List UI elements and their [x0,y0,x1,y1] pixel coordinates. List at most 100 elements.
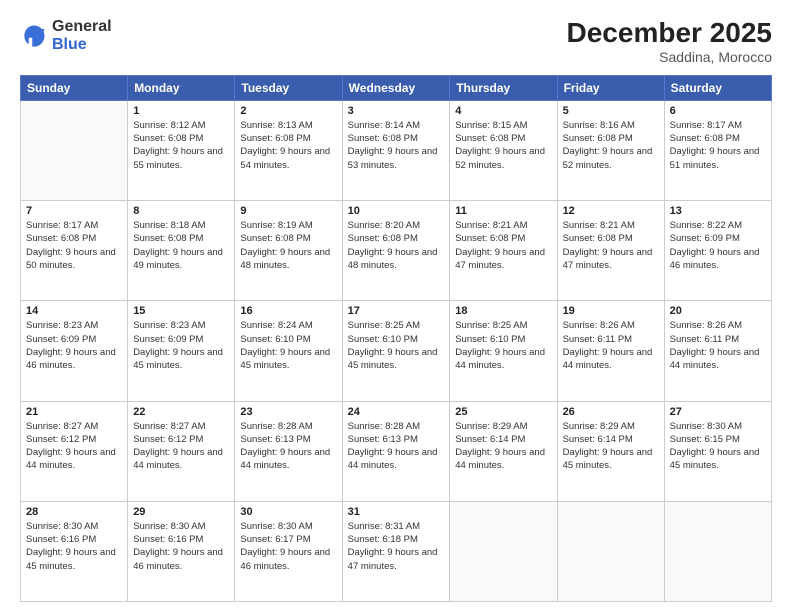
day-info: Sunrise: 8:29 AM Sunset: 6:14 PM Dayligh… [563,420,659,473]
day-cell [664,501,771,601]
weekday-tuesday: Tuesday [235,75,342,100]
day-number: 26 [563,406,659,418]
day-cell: 3 Sunrise: 8:14 AM Sunset: 6:08 PM Daylig… [342,100,450,200]
day-cell: 24 Sunrise: 8:28 AM Sunset: 6:13 PM Dayli… [342,401,450,501]
day-info: Sunrise: 8:31 AM Sunset: 6:18 PM Dayligh… [348,520,445,573]
logo-blue: Blue [52,36,112,54]
day-cell: 13Sunrise: 8:22 AM Sunset: 6:09 PM Dayli… [664,201,771,301]
weekday-sunday: Sunday [21,75,128,100]
day-info: Sunrise: 8:13 AM Sunset: 6:08 PM Dayligh… [240,119,336,172]
day-cell: 9Sunrise: 8:19 AM Sunset: 6:08 PM Daylig… [235,201,342,301]
day-info: Sunrise: 8:24 AM Sunset: 6:10 PM Dayligh… [240,319,336,372]
day-info: Sunrise: 8:15 AM Sunset: 6:08 PM Dayligh… [455,119,551,172]
day-info: Sunrise: 8:30 AM Sunset: 6:16 PM Dayligh… [26,520,122,573]
week-row-0: 1Sunrise: 8:12 AM Sunset: 6:08 PM Daylig… [21,100,772,200]
day-number: 14 [26,305,122,317]
day-number: 17 [348,305,445,317]
day-cell: 25 Sunrise: 8:29 AM Sunset: 6:14 PM Dayli… [450,401,557,501]
day-info: Sunrise: 8:26 AM Sunset: 6:11 PM Dayligh… [563,319,659,372]
day-number: 18 [455,305,551,317]
day-cell [21,100,128,200]
day-number: 21 [26,406,122,418]
day-cell: 17Sunrise: 8:25 AM Sunset: 6:10 PM Dayli… [342,301,450,401]
day-cell: 15Sunrise: 8:23 AM Sunset: 6:09 PM Dayli… [128,301,235,401]
day-info: Sunrise: 8:27 AM Sunset: 6:12 PM Dayligh… [133,420,229,473]
month-year: December 2025 [567,18,772,49]
day-number: 23 [240,406,336,418]
day-info: Sunrise: 8:30 AM Sunset: 6:16 PM Dayligh… [133,520,229,573]
day-cell: 12 Sunrise: 8:21 AM Sunset: 6:08 PM Dayli… [557,201,664,301]
week-row-1: 7Sunrise: 8:17 AM Sunset: 6:08 PM Daylig… [21,201,772,301]
logo-general: General [52,18,112,36]
week-row-4: 28 Sunrise: 8:30 AM Sunset: 6:16 PM Dayli… [21,501,772,601]
day-cell: 29 Sunrise: 8:30 AM Sunset: 6:16 PM Dayli… [128,501,235,601]
day-number: 25 [455,406,551,418]
day-number: 5 [563,105,659,117]
logo-text: General Blue [52,18,112,53]
day-number: 22 [133,406,229,418]
weekday-monday: Monday [128,75,235,100]
weekday-wednesday: Wednesday [342,75,450,100]
day-number: 11 [455,205,551,217]
day-number: 4 [455,105,551,117]
day-cell: 26 Sunrise: 8:29 AM Sunset: 6:14 PM Dayli… [557,401,664,501]
logo-icon [20,22,48,50]
day-number: 29 [133,506,229,518]
day-info: Sunrise: 8:20 AM Sunset: 6:08 PM Dayligh… [348,219,445,272]
day-info: Sunrise: 8:28 AM Sunset: 6:13 PM Dayligh… [348,420,445,473]
day-number: 15 [133,305,229,317]
day-info: Sunrise: 8:26 AM Sunset: 6:11 PM Dayligh… [670,319,766,372]
day-cell: 5Sunrise: 8:16 AM Sunset: 6:08 PM Daylig… [557,100,664,200]
day-cell: 31 Sunrise: 8:31 AM Sunset: 6:18 PM Dayli… [342,501,450,601]
logo: General Blue [20,18,112,53]
day-info: Sunrise: 8:17 AM Sunset: 6:08 PM Dayligh… [26,219,122,272]
day-number: 20 [670,305,766,317]
day-info: Sunrise: 8:18 AM Sunset: 6:08 PM Dayligh… [133,219,229,272]
day-info: Sunrise: 8:29 AM Sunset: 6:14 PM Dayligh… [455,420,551,473]
header: General Blue December 2025 Saddina, Moro… [20,18,772,65]
day-cell: 18 Sunrise: 8:25 AM Sunset: 6:10 PM Dayli… [450,301,557,401]
day-number: 8 [133,205,229,217]
day-info: Sunrise: 8:12 AM Sunset: 6:08 PM Dayligh… [133,119,229,172]
day-info: Sunrise: 8:25 AM Sunset: 6:10 PM Dayligh… [455,319,551,372]
day-number: 28 [26,506,122,518]
day-cell: 6 Sunrise: 8:17 AM Sunset: 6:08 PM Daylig… [664,100,771,200]
day-number: 19 [563,305,659,317]
day-info: Sunrise: 8:23 AM Sunset: 6:09 PM Dayligh… [26,319,122,372]
day-cell: 27Sunrise: 8:30 AM Sunset: 6:15 PM Dayli… [664,401,771,501]
day-number: 24 [348,406,445,418]
day-info: Sunrise: 8:21 AM Sunset: 6:08 PM Dayligh… [455,219,551,272]
day-cell [450,501,557,601]
day-cell: 30 Sunrise: 8:30 AM Sunset: 6:17 PM Dayli… [235,501,342,601]
location: Saddina, Morocco [567,49,772,65]
day-info: Sunrise: 8:30 AM Sunset: 6:15 PM Dayligh… [670,420,766,473]
weekday-thursday: Thursday [450,75,557,100]
day-number: 2 [240,105,336,117]
day-number: 10 [348,205,445,217]
day-cell: 8 Sunrise: 8:18 AM Sunset: 6:08 PM Daylig… [128,201,235,301]
day-info: Sunrise: 8:27 AM Sunset: 6:12 PM Dayligh… [26,420,122,473]
day-number: 9 [240,205,336,217]
day-number: 3 [348,105,445,117]
day-info: Sunrise: 8:28 AM Sunset: 6:13 PM Dayligh… [240,420,336,473]
day-cell: 14 Sunrise: 8:23 AM Sunset: 6:09 PM Dayli… [21,301,128,401]
weekday-header-row: SundayMondayTuesdayWednesdayThursdayFrid… [21,75,772,100]
day-cell: 28 Sunrise: 8:30 AM Sunset: 6:16 PM Dayli… [21,501,128,601]
day-info: Sunrise: 8:17 AM Sunset: 6:08 PM Dayligh… [670,119,766,172]
day-cell: 1Sunrise: 8:12 AM Sunset: 6:08 PM Daylig… [128,100,235,200]
day-number: 6 [670,105,766,117]
page: General Blue December 2025 Saddina, Moro… [0,0,792,612]
day-info: Sunrise: 8:21 AM Sunset: 6:08 PM Dayligh… [563,219,659,272]
day-info: Sunrise: 8:14 AM Sunset: 6:08 PM Dayligh… [348,119,445,172]
day-number: 31 [348,506,445,518]
day-cell: 16 Sunrise: 8:24 AM Sunset: 6:10 PM Dayli… [235,301,342,401]
day-number: 12 [563,205,659,217]
week-row-3: 21 Sunrise: 8:27 AM Sunset: 6:12 PM Dayli… [21,401,772,501]
day-number: 16 [240,305,336,317]
day-cell: 20 Sunrise: 8:26 AM Sunset: 6:11 PM Dayli… [664,301,771,401]
day-number: 30 [240,506,336,518]
day-info: Sunrise: 8:30 AM Sunset: 6:17 PM Dayligh… [240,520,336,573]
day-cell [557,501,664,601]
day-cell: 19 Sunrise: 8:26 AM Sunset: 6:11 PM Dayli… [557,301,664,401]
weekday-friday: Friday [557,75,664,100]
